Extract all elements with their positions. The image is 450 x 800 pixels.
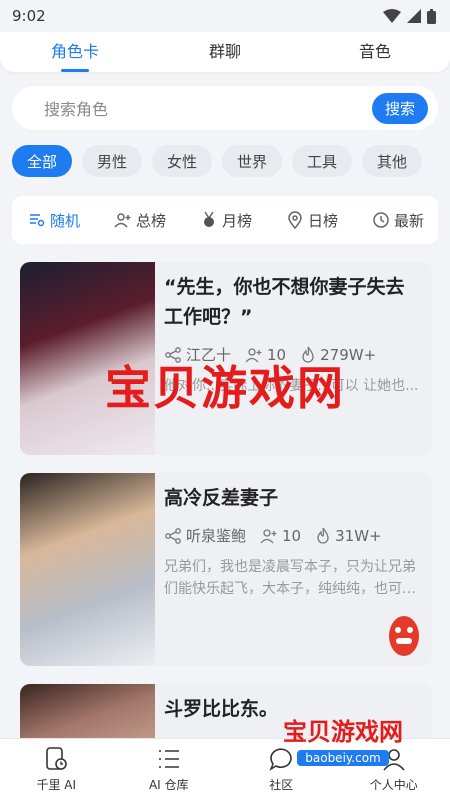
signal-icon: [407, 9, 421, 23]
location-pin-icon: [288, 211, 302, 229]
role-card-author[interactable]: 听泉鉴鲍: [164, 525, 246, 546]
sort-newest[interactable]: 最新: [372, 210, 424, 231]
nav-qianli-ai[interactable]: 千里 AI: [11, 746, 101, 793]
role-card-users: 10: [260, 527, 301, 545]
share-icon: [165, 527, 181, 544]
user-add-icon: [114, 213, 131, 228]
clock-icon: [373, 212, 389, 228]
user-add-icon: [260, 528, 277, 543]
sort-monthly[interactable]: 月榜: [200, 210, 252, 231]
sort-daily[interactable]: 日榜: [286, 210, 338, 231]
nav-ai-warehouse-label: AI 仓库: [148, 778, 189, 792]
status-bar: 9:02: [0, 0, 450, 32]
role-card-description: 兄弟们，我也是凌晨写本子，只为让兄弟们能快乐起飞，大本子，纯纯纯，也可…: [164, 559, 416, 597]
filter-list-icon: [30, 214, 45, 227]
role-card-users-count: 10: [282, 526, 302, 545]
nav-qianli-ai-label: 千里 AI: [36, 778, 77, 792]
watermark-logo-text: 宝贝游戏网: [283, 718, 403, 746]
chip-male[interactable]: 男性: [82, 145, 142, 177]
sort-total[interactable]: 总榜: [114, 210, 166, 231]
nav-community-label: 社区: [269, 778, 294, 792]
sort-monthly-label: 月榜: [221, 211, 252, 230]
role-card-heat-value: 31W+: [335, 526, 382, 545]
chip-female[interactable]: 女性: [152, 145, 212, 177]
role-card[interactable]: 高冷反差妻子 听泉鉴鲍 10 31W+ 兄弟们，我也是凌晨写本子，只为让兄弟们能…: [20, 473, 432, 666]
status-icons: [383, 8, 436, 24]
status-time: 9:02: [12, 7, 46, 25]
tab-role-cards[interactable]: 角色卡: [15, 38, 135, 72]
sort-random-label: 随机: [50, 211, 81, 230]
sort-random[interactable]: 随机: [28, 210, 80, 231]
role-card-title: “先生，你也不想你妻子失去工作吧？”: [164, 276, 405, 328]
chip-all[interactable]: 全部: [12, 145, 72, 177]
nav-ai-warehouse[interactable]: AI 仓库: [124, 746, 214, 793]
sort-bar: 随机 总榜 月榜 日榜 最新: [12, 196, 438, 244]
tab-voice[interactable]: 音色: [315, 38, 435, 66]
top-tab-bar: 角色卡 群聊 音色: [0, 32, 450, 72]
chip-tools[interactable]: 工具: [292, 145, 352, 177]
sort-newest-label: 最新: [393, 211, 424, 230]
search-button[interactable]: 搜索: [371, 92, 428, 124]
search-input[interactable]: 搜索角色: [44, 96, 372, 120]
search-bar: 搜索角色 搜索: [12, 86, 438, 130]
medal-icon: [203, 211, 214, 227]
role-card-author-name: 听泉鉴鲍: [186, 527, 247, 545]
watermark-url: baobeiy.com: [297, 750, 389, 766]
wifi-icon: [383, 9, 401, 23]
role-card-title: 高冷反差妻子: [164, 487, 279, 509]
category-chips: 全部 男性 女性 世界 工具 其他: [12, 145, 422, 179]
role-card-heat: 31W+: [315, 527, 382, 545]
phone-clock-icon: [46, 747, 68, 770]
watermark-text: 宝贝游戏网: [105, 361, 345, 415]
chip-other[interactable]: 其他: [362, 145, 422, 177]
nav-profile-label: 个人中心: [369, 778, 418, 792]
sort-daily-label: 日榜: [307, 211, 338, 230]
sort-total-label: 总榜: [135, 211, 166, 230]
flame-icon: [317, 527, 329, 544]
watermark-logo: 宝贝游戏网 baobeiy.com: [268, 712, 418, 766]
role-card-image: [20, 473, 155, 666]
chip-world[interactable]: 世界: [222, 145, 282, 177]
tab-group-chat[interactable]: 群聊: [165, 38, 285, 66]
battery-icon: [427, 8, 436, 24]
list-icon: [158, 750, 179, 768]
mascot-icon: [389, 616, 419, 656]
